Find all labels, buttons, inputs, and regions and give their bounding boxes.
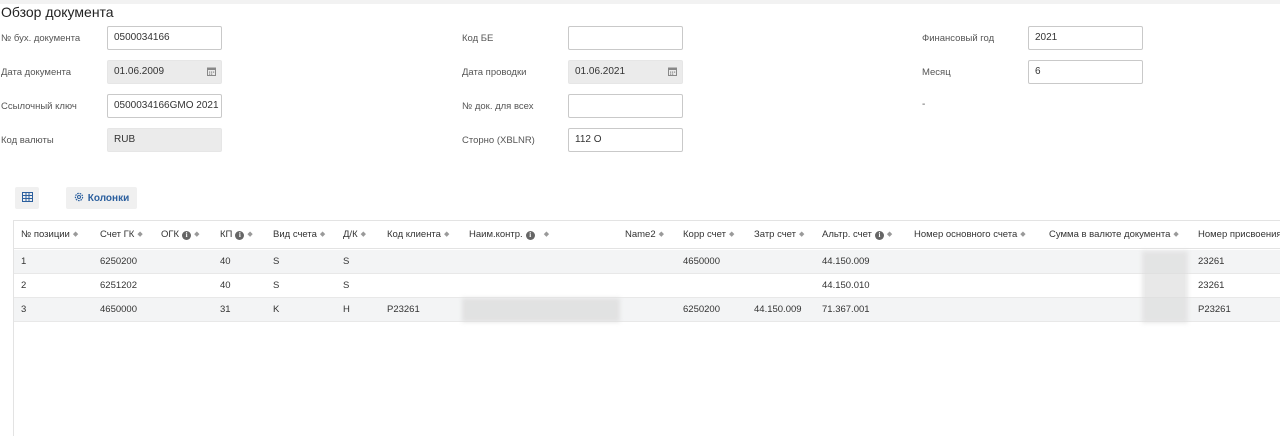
cell-alt-account: 44.150.010 xyxy=(822,280,870,291)
cell-client-code: P23261 xyxy=(387,304,420,315)
doc-number-label: № бух. документа xyxy=(1,33,81,44)
be-code-label: Код БЕ xyxy=(462,33,494,44)
column-header-account-type[interactable]: Вид счета ◆ xyxy=(273,221,325,249)
cell-debit-credit: H xyxy=(343,304,350,315)
gear-icon xyxy=(74,192,84,205)
sort-icon[interactable]: ◆ xyxy=(659,221,664,249)
info-icon[interactable]: i xyxy=(182,230,192,240)
storno-field[interactable]: 112 О xyxy=(568,128,683,152)
cell-gl-account: 4650000 xyxy=(100,304,137,315)
doc-date-field: 01.06.2009 xyxy=(107,60,222,84)
redacted-area xyxy=(1142,251,1188,323)
cell-corr-account: 6250200 xyxy=(683,304,720,315)
column-header-position[interactable]: № позиции ◆ xyxy=(21,221,78,249)
cell-account-type: S xyxy=(273,280,280,291)
cell-alt-account: 71.367.001 xyxy=(822,304,870,315)
dash-text: - xyxy=(922,99,926,110)
columns-button[interactable]: Колонки xyxy=(66,187,137,209)
cell-debit-credit: S xyxy=(343,280,350,291)
table-row[interactable]: 1 6250200 40 S S 4650000 44.150.009 2326… xyxy=(14,250,1280,274)
redacted-area xyxy=(462,298,620,322)
posting-date-label: Дата проводки xyxy=(462,67,527,78)
info-icon[interactable]: i xyxy=(235,230,245,240)
doc-for-all-field[interactable] xyxy=(568,94,683,118)
cell-kp: 31 xyxy=(220,304,231,315)
fiscal-year-field[interactable]: 2021 xyxy=(1028,26,1143,50)
column-header-cost-account[interactable]: Затр счет ◆ xyxy=(754,221,804,249)
table-row[interactable]: 2 6251202 40 S S 44.150.010 23261 xyxy=(14,274,1280,298)
cell-gl-account: 6251202 xyxy=(100,280,137,291)
grid-icon xyxy=(21,191,33,205)
column-header-ogk[interactable]: ОГК i ◆ xyxy=(161,221,199,249)
sort-icon[interactable]: ◆ xyxy=(887,221,892,249)
cell-position: 2 xyxy=(21,280,27,291)
top-bar xyxy=(0,0,1280,4)
sort-icon[interactable]: ◆ xyxy=(729,221,734,249)
page-title: Обзор документа xyxy=(1,4,114,20)
cell-debit-credit: S xyxy=(343,256,350,267)
cell-kp: 40 xyxy=(220,280,231,291)
info-icon[interactable]: i xyxy=(525,230,535,240)
cell-assignment-number: P23261 xyxy=(1198,304,1231,315)
sort-icon[interactable]: ◆ xyxy=(544,221,549,249)
cell-position: 3 xyxy=(21,304,27,315)
calendar-icon[interactable] xyxy=(207,67,216,76)
ref-key-field[interactable]: 0500034166GMO 2021 xyxy=(107,94,222,118)
cell-cost-account: 44.150.009 xyxy=(754,304,802,315)
sort-icon[interactable]: ◆ xyxy=(247,221,252,249)
storno-label: Сторно (XBLNR) xyxy=(462,135,535,146)
doc-date-label: Дата документа xyxy=(1,67,71,78)
cell-kp: 40 xyxy=(220,256,231,267)
calendar-icon[interactable] xyxy=(668,67,677,76)
table-row[interactable]: 3 4650000 31 K H P23261 6250200 44.150.0… xyxy=(14,298,1280,322)
cell-corr-account: 4650000 xyxy=(683,256,720,267)
sort-icon[interactable]: ◆ xyxy=(444,221,449,249)
currency-field: RUB xyxy=(107,128,222,152)
columns-button-label: Колонки xyxy=(87,192,130,204)
cell-account-type: K xyxy=(273,304,280,315)
doc-date-value: 01.06.2009 xyxy=(114,66,165,77)
grid-view-button[interactable] xyxy=(15,187,39,209)
posting-date-field: 01.06.2021 xyxy=(568,60,683,84)
sort-icon[interactable]: ◆ xyxy=(194,221,199,249)
month-label: Месяц xyxy=(922,67,951,78)
cell-alt-account: 44.150.009 xyxy=(822,256,870,267)
cell-position: 1 xyxy=(21,256,27,267)
column-header-doc-currency-amount[interactable]: Сумма в валюте документа ◆ xyxy=(1049,221,1179,249)
sort-icon[interactable]: ◆ xyxy=(1173,221,1178,249)
cell-assignment-number: 23261 xyxy=(1198,256,1225,267)
column-header-name2[interactable]: Name2 ◆ xyxy=(625,221,664,249)
cell-account-type: S xyxy=(273,256,280,267)
fiscal-year-label: Финансовый год xyxy=(922,33,995,44)
sort-icon[interactable]: ◆ xyxy=(1020,221,1025,249)
table-header: № позиции ◆ Счет ГК ◆ ОГК i ◆ КП i ◆ Вид счета… xyxy=(14,221,1280,249)
sort-icon[interactable]: ◆ xyxy=(361,221,366,249)
info-icon[interactable]: i xyxy=(874,230,884,240)
column-header-main-account[interactable]: Номер основного счета ◆ xyxy=(914,221,1026,249)
posting-date-value: 01.06.2021 xyxy=(575,66,626,77)
cell-assignment-number: 23261 xyxy=(1198,280,1225,291)
line-items-table: № позиции ◆ Счет ГК ◆ ОГК i ◆ КП i ◆ Вид счета… xyxy=(13,220,1280,436)
doc-number-field[interactable]: 0500034166 xyxy=(107,26,222,50)
column-header-counterparty-name[interactable]: Наим.контр. i ◆ xyxy=(469,221,549,249)
column-header-corr-account[interactable]: Корр счет ◆ xyxy=(683,221,734,249)
currency-label: Код валюты xyxy=(1,135,54,146)
sort-icon[interactable]: ◆ xyxy=(799,221,804,249)
month-field[interactable]: 6 xyxy=(1028,60,1143,84)
sort-icon[interactable]: ◆ xyxy=(320,221,325,249)
sort-icon[interactable]: ◆ xyxy=(73,221,78,249)
ref-key-label: Ссылочный ключ xyxy=(1,101,77,112)
column-header-alt-account[interactable]: Альтр. счет i ◆ xyxy=(822,221,892,249)
cell-gl-account: 6250200 xyxy=(100,256,137,267)
column-header-client-code[interactable]: Код клиента ◆ xyxy=(387,221,449,249)
doc-for-all-label: № док. для всех xyxy=(462,101,534,112)
column-header-gl-account[interactable]: Счет ГК ◆ xyxy=(100,221,143,249)
be-code-field[interactable] xyxy=(568,26,683,50)
column-header-kp[interactable]: КП i ◆ xyxy=(220,221,253,249)
sort-icon[interactable]: ◆ xyxy=(137,221,142,249)
column-header-assignment-number[interactable]: Номер присвоения xyxy=(1198,221,1280,249)
column-header-debit-credit[interactable]: Д/К ◆ xyxy=(343,221,366,249)
